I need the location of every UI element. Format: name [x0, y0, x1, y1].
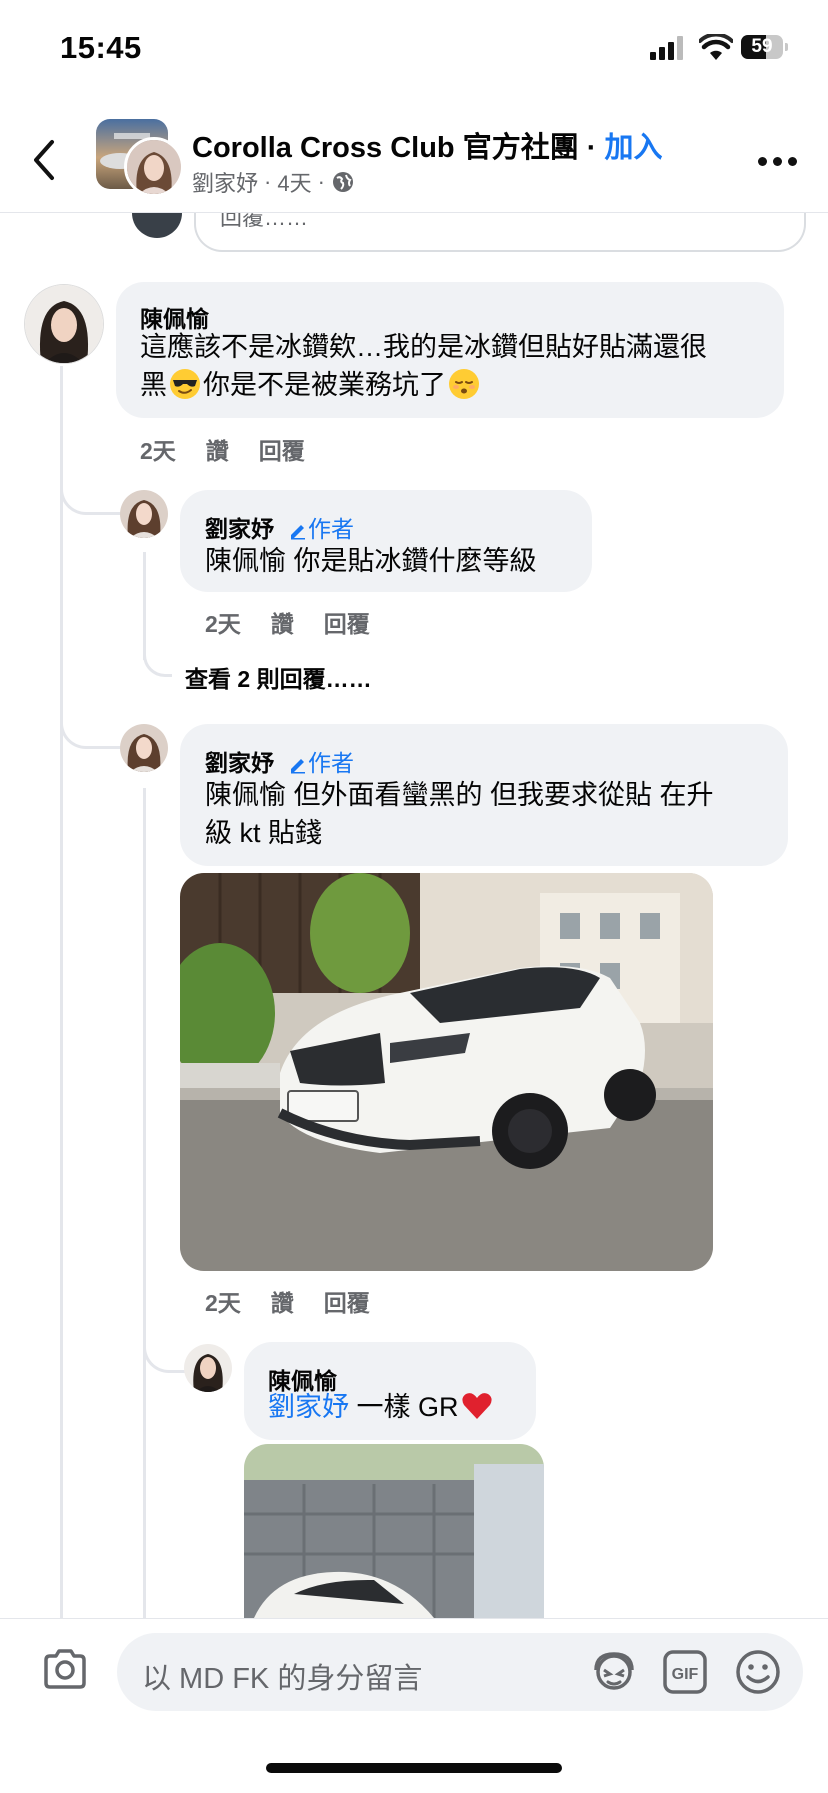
author-badge: 作者 — [288, 510, 354, 544]
mention-link[interactable]: 劉家妤 — [268, 1392, 349, 1422]
commenter-avatar[interactable] — [184, 1344, 232, 1392]
gif-icon[interactable]: GIF — [663, 1650, 707, 1694]
reply-button[interactable]: 回覆 — [324, 605, 370, 639]
view-replies-link[interactable]: 查看 2 則回覆…… — [185, 660, 372, 694]
group-name[interactable]: Corolla Cross Club 官方社團 — [192, 132, 579, 164]
comment-author[interactable]: 劉家妤 — [205, 510, 274, 544]
comment-text: 劉家妤 一樣 GR — [268, 1388, 495, 1426]
like-button[interactable]: 讚 — [271, 605, 294, 639]
home-indicator[interactable] — [266, 1763, 562, 1773]
more-options-icon[interactable] — [758, 157, 798, 167]
relieved-emoji — [449, 369, 479, 399]
comment-author[interactable]: 劉家妤 — [205, 744, 274, 778]
comment-photo[interactable] — [244, 1444, 544, 1618]
thread-connector — [143, 1310, 186, 1373]
title-separator: · — [578, 132, 605, 164]
like-button[interactable]: 讚 — [206, 432, 229, 466]
globe-icon — [332, 172, 353, 192]
commenter-avatar[interactable] — [120, 490, 168, 538]
heart-emoji — [461, 1393, 492, 1419]
like-button[interactable]: 讚 — [271, 1284, 294, 1318]
comment-header: 劉家妤 作者 — [205, 744, 354, 778]
comment-photo[interactable] — [180, 873, 713, 1271]
back-icon[interactable] — [30, 138, 60, 182]
group-title[interactable]: Corolla Cross Club 官方社團 · 加入 — [192, 124, 663, 166]
smiley-icon[interactable] — [734, 1648, 782, 1696]
comment-header: 劉家妤 作者 — [205, 510, 354, 544]
comment-time[interactable]: 2天 — [140, 432, 176, 466]
author-avatar[interactable] — [124, 137, 184, 197]
comment-time[interactable]: 2天 — [205, 1284, 241, 1318]
wifi-icon — [699, 34, 733, 60]
comment-input-placeholder: 以 MD FK 的身分留言 — [142, 1663, 423, 1695]
status-time: 15:45 — [60, 30, 142, 65]
reply-button[interactable]: 回覆 — [259, 432, 305, 466]
post-age[interactable]: 4天 — [277, 166, 311, 198]
thread-line — [143, 788, 146, 1618]
cellular-signal-icon — [650, 36, 686, 60]
comment-actions: 2天 讚 回覆 — [205, 1284, 370, 1318]
pencil-icon — [291, 525, 305, 540]
pencil-icon — [291, 759, 305, 774]
reply-button[interactable]: 回覆 — [324, 1284, 370, 1318]
avatar-sticker-icon[interactable] — [590, 1648, 638, 1696]
sunglasses-emoji — [170, 369, 200, 399]
thread-line — [60, 366, 63, 1618]
commenter-avatar[interactable] — [120, 724, 168, 772]
comment-actions: 2天 讚 回覆 — [140, 432, 305, 466]
comment-text: 這應該不是冰鑽欸…我的是冰鑽但貼好貼滿還很 黑你是不是被業務坑了 — [140, 332, 707, 400]
svg-text:GIF: GIF — [672, 1666, 699, 1683]
battery-percent: 59 — [751, 36, 773, 57]
thread-connector — [143, 630, 172, 677]
comment-time[interactable]: 2天 — [205, 605, 241, 639]
battery-icon: 59 — [741, 35, 789, 59]
comment-actions: 2天 讚 回覆 — [205, 605, 370, 639]
camera-icon[interactable] — [42, 1648, 88, 1690]
post-meta: 劉家妤 · 4天 · — [192, 166, 355, 198]
comment-text: 陳佩愉 你是貼冰鑽什麼等級 — [205, 546, 537, 576]
commenter-avatar[interactable] — [24, 284, 104, 364]
author-badge: 作者 — [288, 744, 354, 778]
thread-connector — [60, 460, 123, 515]
comment-text: 陳佩愉 但外面看蠻黑的 但我要求從貼 在升 級 kt 貼錢 — [205, 780, 714, 848]
join-button[interactable]: 加入 — [604, 132, 662, 164]
thread-connector — [60, 690, 123, 749]
post-author[interactable]: 劉家妤 — [192, 166, 258, 198]
